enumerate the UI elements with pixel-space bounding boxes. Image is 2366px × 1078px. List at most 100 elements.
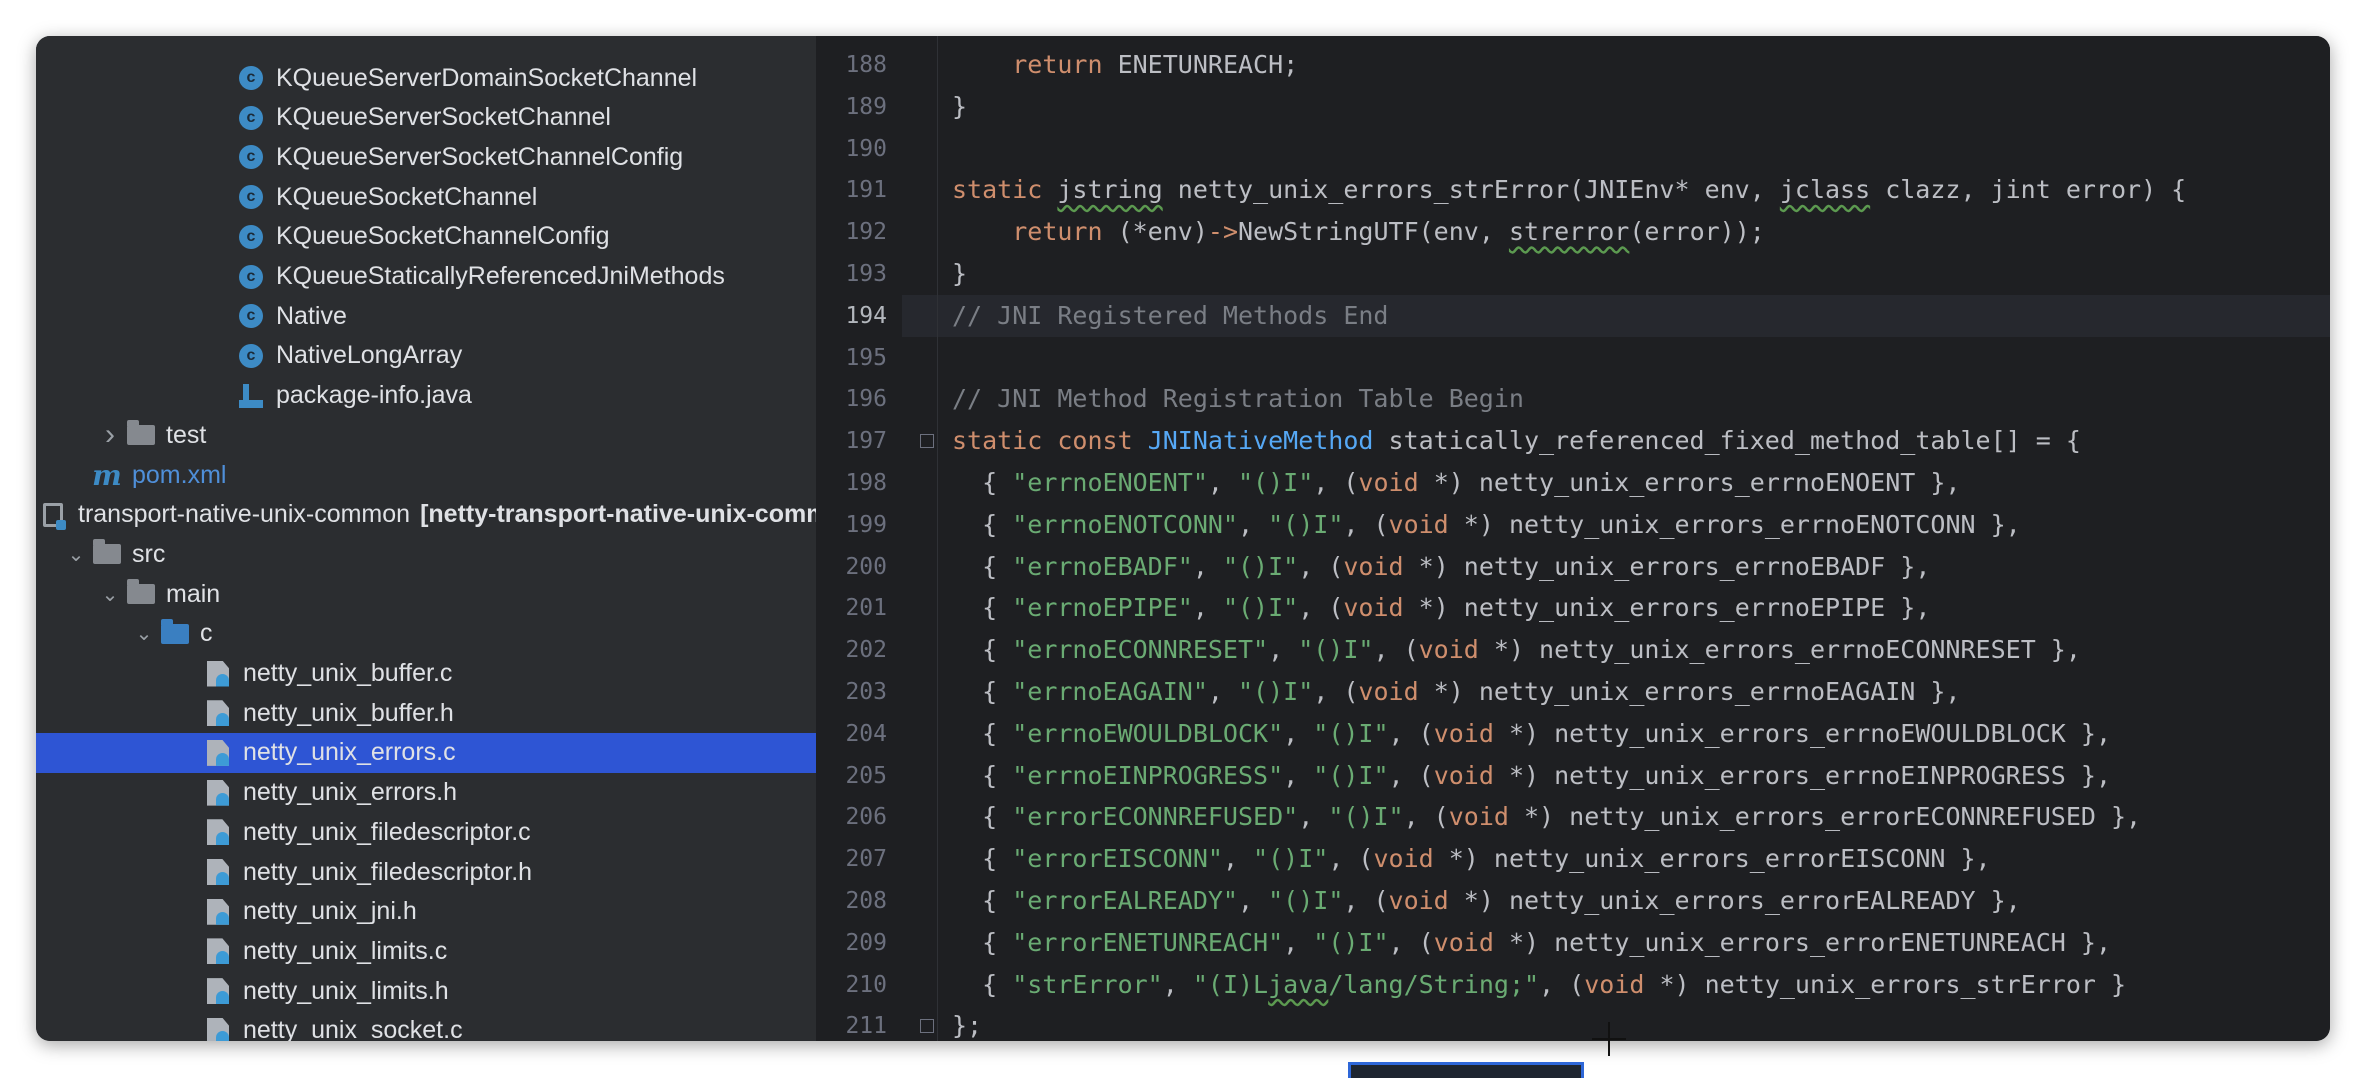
c-file-icon	[201, 936, 235, 966]
code-line[interactable]: { "errnoEBADF", "()I", (void *) netty_un…	[952, 546, 1930, 588]
folder-icon	[90, 539, 124, 569]
module-name: [netty-transport-native-unix-common]	[420, 500, 816, 529]
code-token: "errnoEWOULDBLOCK"	[1012, 718, 1284, 748]
line-number: 194	[845, 302, 887, 329]
tree-item-label: package-info.java	[276, 381, 472, 410]
code-line[interactable]: }	[952, 86, 967, 128]
tree-item[interactable]: c KQueueServerSocketChannel	[36, 98, 816, 138]
code-line[interactable]: return (*env)->NewStringUTF(env, strerro…	[952, 211, 1765, 253]
code-token: ,	[1283, 760, 1314, 790]
code-token: NewStringUTF(env,	[1238, 217, 1509, 247]
tree-item[interactable]: ⌄ main	[36, 574, 816, 614]
tree-item[interactable]: c KQueueServerSocketChannelConfig	[36, 137, 816, 177]
code-line[interactable]: { "errnoEINPROGRESS", "()I", (void *) ne…	[952, 755, 2111, 797]
code-token: {	[952, 886, 1013, 915]
tree-item[interactable]: package-info.java	[36, 376, 816, 416]
code-line[interactable]: static const JNINativeMethod statically_…	[952, 420, 2081, 462]
tree-item[interactable]: ⌄ c	[36, 614, 816, 654]
code-line[interactable]: { "errorECONNREFUSED", "()I", (void *) n…	[952, 796, 2141, 838]
tree-item-label: KQueueServerSocketChannel	[276, 103, 611, 132]
tree-item-label: netty_unix_filedescriptor.h	[243, 857, 533, 886]
tree-item[interactable]: c KQueueStaticallyReferencedJniMethods	[36, 257, 816, 297]
code-token: clazz, jint error) {	[1870, 175, 2187, 205]
code-line[interactable]: return ENETUNREACH;	[952, 44, 1298, 86]
code-line[interactable]: // JNI Registered Methods End	[952, 295, 1389, 337]
code-line[interactable]: }	[952, 253, 967, 295]
project-tree[interactable]: c KQueueServerDomainSocketChannel c KQueueS…	[36, 36, 817, 1041]
chevron-down-icon[interactable]: ⌄	[130, 621, 158, 646]
code-token: ,	[1207, 468, 1238, 497]
chevron-right-icon[interactable]: ›	[96, 418, 124, 452]
tree-item[interactable]: netty_unix_buffer.h	[36, 693, 816, 733]
code-line[interactable]: { "errorENETUNREACH", "()I", (void *) ne…	[952, 922, 2111, 964]
tree-item[interactable]: netty_unix_errors.h	[36, 773, 816, 813]
tree-item[interactable]: c KQueueSocketChannel	[36, 177, 816, 217]
maven-icon: m	[92, 458, 122, 492]
code-token: , (	[1388, 760, 1434, 790]
code-token: {	[952, 718, 1013, 748]
fold-marker-icon[interactable]	[920, 1019, 934, 1034]
code-token: , (	[1403, 802, 1449, 832]
tree-item-label: netty_unix_filedescriptor.c	[243, 817, 531, 846]
code-token: "strError"	[1012, 969, 1163, 999]
class-icon: c	[234, 103, 268, 133]
tree-item[interactable]: netty_unix_errors.c	[36, 732, 816, 773]
code-line[interactable]: { "errnoEAGAIN", "()I", (void *) netty_u…	[952, 671, 1960, 713]
code-token: , (	[1388, 718, 1434, 748]
code-line[interactable]: { "errnoENOTCONN", "()I", (void *) netty…	[952, 504, 2021, 546]
code-token: "errnoECONNRESET"	[1012, 635, 1269, 665]
code-token: , (	[1373, 635, 1419, 665]
code-line[interactable]: { "errorEALREADY", "()I", (void *) netty…	[952, 880, 2021, 922]
tree-item[interactable]: c KQueueSocketChannelConfig	[36, 217, 816, 257]
chevron-down-icon[interactable]: ⌄	[62, 542, 90, 567]
code-line[interactable]: { "errnoENOENT", "()I", (void *) netty_u…	[952, 462, 1961, 504]
class-icon: c	[234, 182, 268, 212]
tree-item[interactable]: netty_unix_limits.c	[36, 931, 816, 971]
tree-item[interactable]: netty_unix_limits.h	[36, 971, 816, 1011]
folder-icon	[124, 420, 158, 450]
line-number: 199	[845, 511, 887, 538]
code-line[interactable]: { "errnoEPIPE", "()I", (void *) netty_un…	[952, 587, 1930, 629]
code-token: (error));	[1629, 217, 1765, 247]
code-token: };	[952, 1011, 983, 1041]
tree-item[interactable]: transport-native-unix-common [netty-trans…	[36, 495, 816, 535]
c-file-icon	[201, 778, 235, 808]
c-file-icon	[201, 817, 235, 847]
fold-marker-icon[interactable]	[920, 434, 934, 449]
code-line[interactable]: { "strError", "(I)Ljava/lang/String;", (…	[952, 964, 2126, 1006]
taskbar-thumbnail[interactable]	[1348, 1062, 1584, 1078]
code-token: *) netty_unix_errors_errnoECONNRESET },	[1478, 635, 2081, 665]
line-number: 202	[845, 637, 887, 664]
chevron-down-icon[interactable]: ⌄	[96, 582, 124, 607]
tree-item[interactable]: c Native	[36, 296, 816, 336]
code-line[interactable]: { "errnoEWOULDBLOCK", "()I", (void *) ne…	[952, 713, 2111, 755]
tree-item[interactable]: › test	[36, 415, 816, 455]
code-editor[interactable]: 188 return ENETUNREACH; 189} 190 191 static …	[817, 36, 2330, 1041]
code-token: "errorEALREADY"	[1012, 886, 1238, 915]
code-token: *) netty_unix_errors_errorENETUNREACH },	[1493, 927, 2112, 957]
tree-item[interactable]: netty_unix_jni.h	[36, 892, 816, 932]
tree-item[interactable]: netty_unix_buffer.c	[36, 654, 816, 694]
code-token: , (	[1313, 677, 1359, 706]
c-file-icon	[201, 698, 235, 728]
tree-item[interactable]: m pom.xml	[36, 455, 816, 495]
line-number: 211	[845, 1013, 887, 1040]
code-line[interactable]: { "errorEISCONN", "()I", (void *) netty_…	[952, 838, 1991, 880]
code-line[interactable]: { "errnoECONNRESET", "()I", (void *) net…	[952, 629, 2081, 671]
tree-item[interactable]: c NativeLongArray	[36, 336, 816, 376]
code-token: *) netty_unix_errors_errnoENOENT },	[1418, 468, 1961, 497]
tree-item[interactable]: netty_unix_socket.c	[36, 1011, 816, 1041]
tree-item[interactable]: netty_unix_filedescriptor.h	[36, 852, 816, 892]
code-token: void	[1433, 927, 1494, 957]
code-line[interactable]: static jstring netty_unix_errors_strErro…	[952, 169, 2186, 211]
tree-item[interactable]: ⌄ src	[36, 534, 816, 574]
tree-item[interactable]: c KQueueServerDomainSocketChannel	[36, 58, 816, 98]
tree-item[interactable]: netty_unix_filedescriptor.c	[36, 812, 816, 852]
code-line[interactable]: };	[952, 1005, 982, 1041]
folder-blue-icon	[158, 618, 192, 649]
code-token: ,	[1283, 718, 1314, 748]
code-token: ,	[1298, 802, 1329, 832]
code-line[interactable]: // JNI Method Registration Table Begin	[952, 378, 1524, 420]
code-token: "()I"	[1238, 468, 1314, 497]
